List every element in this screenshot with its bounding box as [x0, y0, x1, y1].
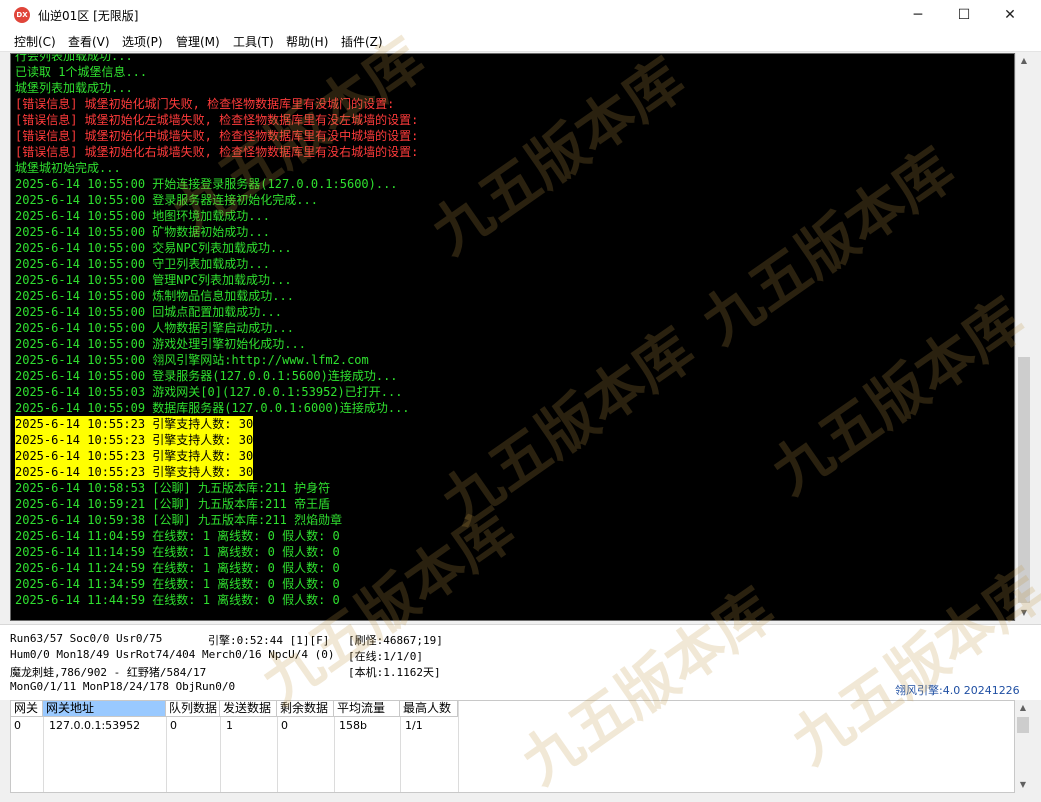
log-line: 2025-6-14 10:55:00 开始连接登录服务器(127.0.0.1:5…: [15, 177, 398, 191]
status-panel: Run63/57 Soc0/0 Usr0/75 引擎:0:52:44 [1][F…: [0, 624, 1041, 700]
status-mob: 魔龙刺蛙,786/902 - 红野猪/584/17: [10, 666, 207, 679]
log-line: 2025-6-14 10:55:00 管理NPC列表加载成功...: [15, 273, 292, 287]
scroll-thumb[interactable]: [1018, 357, 1030, 603]
status-engine-time: 引擎:0:52:44 [1][F]: [208, 634, 330, 647]
menu-control[interactable]: 控制(C): [14, 33, 56, 50]
menu-bar: 控制(C) 查看(V) 选项(P) 管理(M) 工具(T) 帮助(H) 插件(Z…: [0, 30, 1041, 52]
window-title: 仙逆01区 [无限版]: [38, 9, 139, 23]
log-line: 2025-6-14 11:04:59 在线数: 1 离线数: 0 假人数: 0: [15, 529, 340, 543]
status-hum: Hum0/0 Mon18/49 UsrRot74/404 Merch0/16 N…: [10, 648, 335, 661]
log-line: 2025-6-14 10:55:00 交易NPC列表加载成功...: [15, 241, 292, 255]
log-line: 2025-6-14 10:55:23 引擎支持人数: 30: [15, 448, 254, 464]
log-line: 2025-6-14 10:55:00 炼制物品信息加载成功...: [15, 289, 294, 303]
cell-address: 127.0.0.1:53952: [49, 719, 141, 732]
log-line: 城堡城初始完成...: [15, 161, 121, 175]
menu-help[interactable]: 帮助(H): [286, 33, 328, 50]
cell-gateway: 0: [14, 719, 21, 732]
status-run: Run63/57 Soc0/0 Usr0/75: [10, 632, 163, 645]
log-line: [错误信息] 城堡初始化左城墙失败, 检查怪物数据库里有没左城墙的设置:: [15, 113, 419, 127]
log-line: [错误信息] 城堡初始化城门失败, 检查怪物数据库里有没城门的设置:: [15, 97, 395, 111]
log-line: [错误信息] 城堡初始化右城墙失败, 检查怪物数据库里有没右城墙的设置:: [15, 145, 419, 159]
status-refresh: [刷怪:46867;19]: [348, 634, 443, 647]
menu-tools[interactable]: 工具(T): [233, 33, 274, 50]
log-line: 2025-6-14 10:55:00 人物数据引擎启动成功...: [15, 321, 294, 335]
log-line: 2025-6-14 10:55:23 引擎支持人数: 30: [15, 416, 254, 432]
col-divider: [458, 701, 459, 792]
col-header-sent[interactable]: 发送数据: [220, 701, 277, 717]
cell-queue: 0: [170, 719, 177, 732]
log-line: [错误信息] 城堡初始化中城墙失败, 检查怪物数据库里有没中城墙的设置:: [15, 129, 419, 143]
minimize-button[interactable]: ─: [895, 0, 941, 30]
log-line: 2025-6-14 10:55:00 回城点配置加载成功...: [15, 305, 282, 319]
log-line: 2025-6-14 10:55:00 矿物数据初始成功...: [15, 225, 270, 239]
col-header-remaining[interactable]: 剩余数据: [277, 701, 334, 717]
scroll-down-icon[interactable]: ▼: [1015, 777, 1031, 793]
cell-avg-traffic: 158b: [339, 719, 367, 732]
scroll-down-icon[interactable]: ▼: [1016, 605, 1032, 621]
log-line: 已读取 1个城堡信息...: [15, 65, 148, 79]
log-line: 2025-6-14 10:55:23 引擎支持人数: 30: [15, 432, 254, 448]
menu-manage[interactable]: 管理(M): [176, 33, 220, 50]
status-mon: MonG0/1/11 MonP18/24/178 ObjRun0/0: [10, 680, 236, 693]
status-online: [在线:1/1/0]: [348, 650, 423, 663]
maximize-button[interactable]: ☐: [941, 0, 987, 30]
log-line: 2025-6-14 10:55:00 游戏处理引擎初始化成功...: [15, 337, 306, 351]
log-line: 2025-6-14 10:55:00 翎风引擎网站:http://www.lfm…: [15, 353, 369, 367]
log-line: 2025-6-14 10:55:00 登录服务器(127.0.0.1:5600)…: [15, 369, 398, 383]
col-header-max-users[interactable]: 最高人数: [400, 701, 458, 717]
log-line: 2025-6-14 10:55:00 守卫列表加载成功...: [15, 257, 270, 271]
status-local: [本机:1.1162天]: [348, 666, 441, 679]
scroll-up-icon[interactable]: ▲: [1016, 53, 1032, 69]
table-scrollbar[interactable]: ▲ ▼: [1015, 700, 1031, 793]
col-header-queue[interactable]: 队列数据: [166, 701, 220, 717]
menu-view[interactable]: 查看(V): [68, 33, 110, 50]
cell-sent: 1: [226, 719, 233, 732]
log-line: 2025-6-14 10:55:03 游戏网关[0](127.0.0.1:539…: [15, 385, 403, 399]
log-line: 2025-6-14 10:55:23 引擎支持人数: 30: [15, 464, 254, 480]
close-button[interactable]: ✕: [987, 0, 1033, 30]
scroll-thumb[interactable]: [1017, 717, 1029, 733]
col-header-address[interactable]: 网关地址: [43, 701, 166, 717]
cell-remaining: 0: [281, 719, 288, 732]
log-line: 2025-6-14 10:55:00 登录服务器连接初始化完成...: [15, 193, 318, 207]
engine-version: 翎风引擎:4.0 20241226: [895, 684, 1020, 697]
scroll-up-icon[interactable]: ▲: [1015, 700, 1031, 716]
log-scrollbar[interactable]: ▲ ▼: [1015, 53, 1031, 621]
log-line: 2025-6-14 10:59:21 [公聊] 九五版本库:211 帝王盾: [15, 497, 331, 511]
log-line: 行会列表加载成功...: [15, 53, 133, 63]
log-line: 2025-6-14 10:55:09 数据库服务器(127.0.0.1:6000…: [15, 401, 410, 415]
log-line: 2025-6-14 11:34:59 在线数: 1 离线数: 0 假人数: 0: [15, 577, 340, 591]
log-line: 2025-6-14 10:59:38 [公聊] 九五版本库:211 烈焰勋章: [15, 513, 343, 527]
log-line: 2025-6-14 10:58:53 [公聊] 九五版本库:211 护身符: [15, 481, 331, 495]
cell-max-users: 1/1: [405, 719, 423, 732]
title-bar: DX 仙逆01区 [无限版] ─ ☐ ✕: [0, 0, 1041, 30]
col-header-avg-traffic[interactable]: 平均流量: [334, 701, 400, 717]
col-header-gateway[interactable]: 网关: [11, 701, 43, 717]
log-line: 2025-6-14 11:24:59 在线数: 1 离线数: 0 假人数: 0: [15, 561, 340, 575]
log-line: 2025-6-14 10:55:00 地图环境加载成功...: [15, 209, 270, 223]
menu-plugins[interactable]: 插件(Z): [341, 33, 383, 50]
app-icon: DX: [14, 7, 30, 23]
log-console[interactable]: 行会列表加载成功... 已读取 1个城堡信息... 城堡列表加载成功... [错误信息…: [10, 53, 1015, 621]
log-line: 城堡列表加载成功...: [15, 81, 133, 95]
log-line: 2025-6-14 11:44:59 在线数: 1 离线数: 0 假人数: 0: [15, 593, 340, 607]
menu-options[interactable]: 选项(P): [122, 33, 163, 50]
gateway-table: 网关 网关地址 队列数据 发送数据 剩余数据 平均流量 最高人数 0 127.0…: [10, 700, 1015, 793]
log-line: 2025-6-14 11:14:59 在线数: 1 离线数: 0 假人数: 0: [15, 545, 340, 559]
